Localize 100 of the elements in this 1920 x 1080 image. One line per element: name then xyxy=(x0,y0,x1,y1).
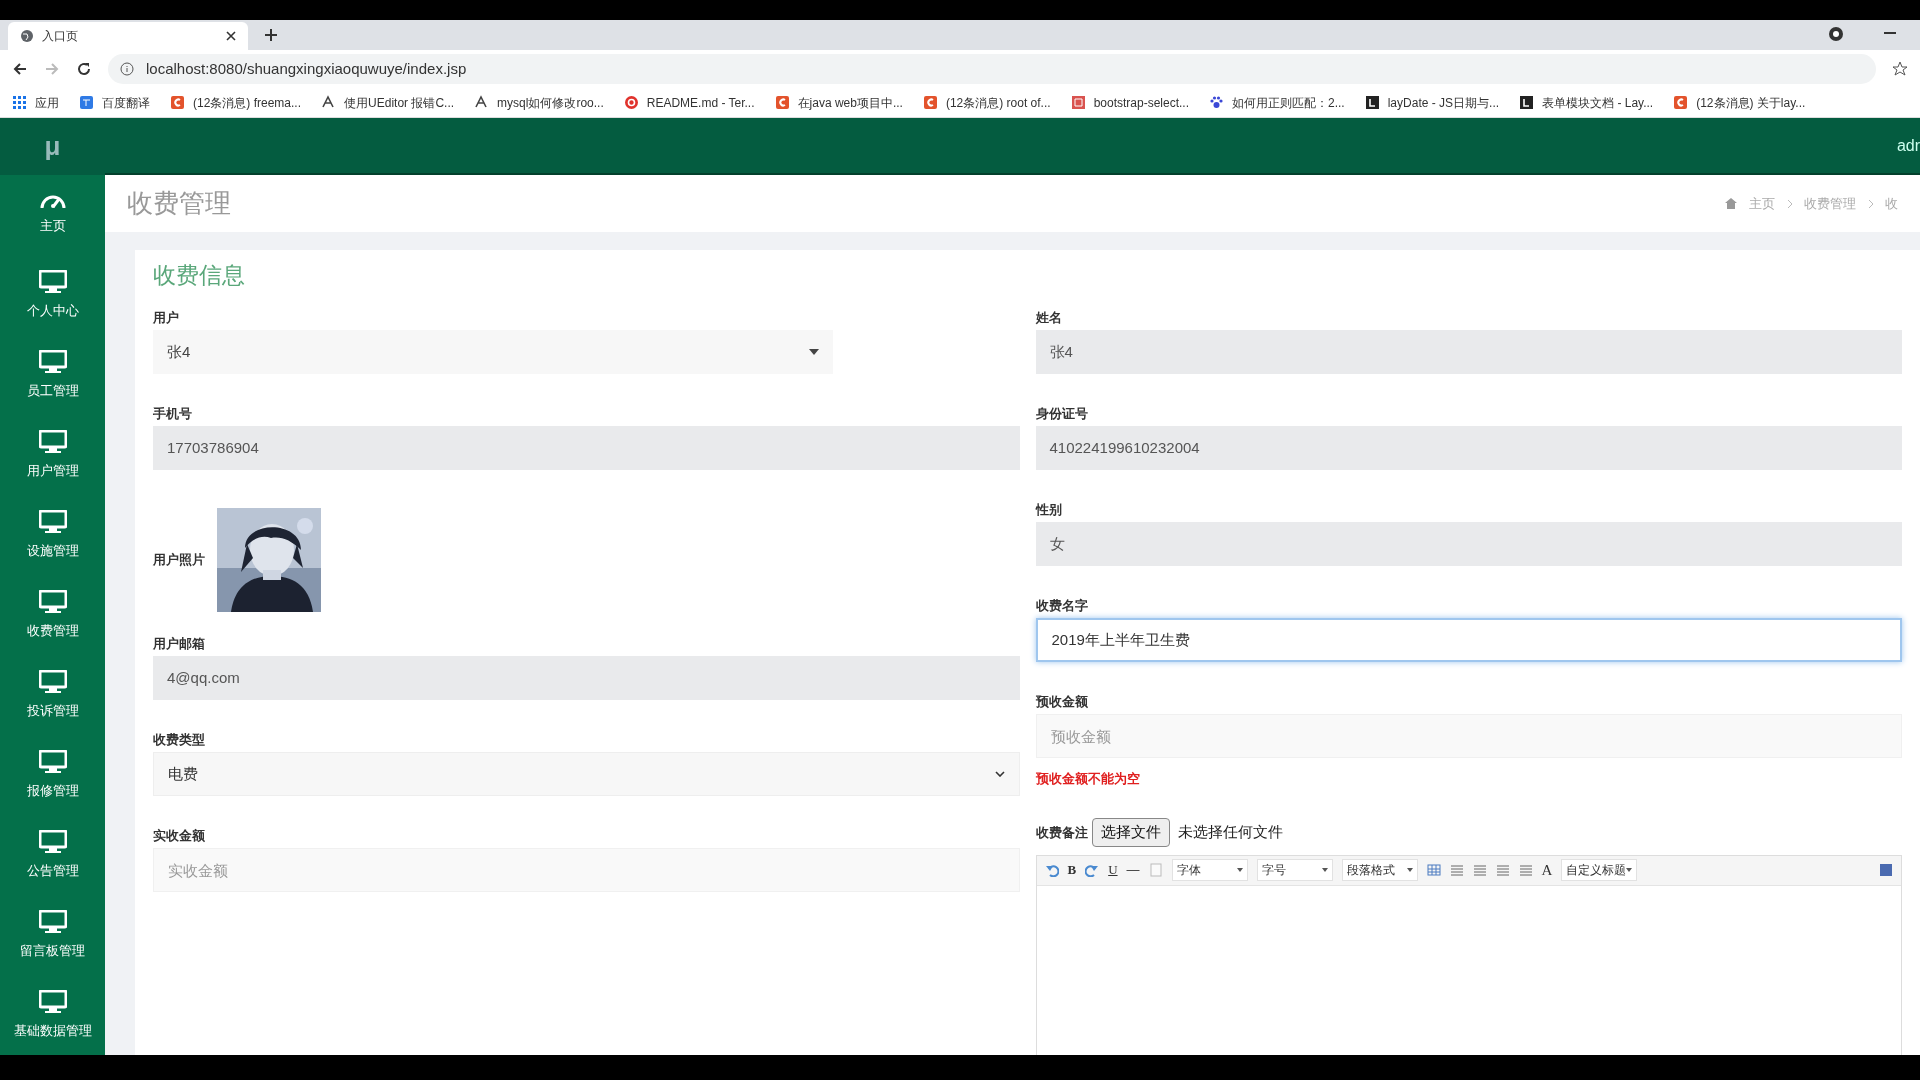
sidebar-item[interactable]: 收费管理 xyxy=(0,575,105,655)
select-field[interactable]: 张4 xyxy=(153,330,833,374)
sidebar-item[interactable]: 投诉管理 xyxy=(0,655,105,735)
sidebar-item[interactable]: 用户管理 xyxy=(0,415,105,495)
sidebar-item[interactable]: 主页 xyxy=(0,175,105,255)
undo-icon[interactable] xyxy=(1044,863,1059,877)
field-label: 手机号 xyxy=(153,405,193,423)
fullscreen-icon[interactable] xyxy=(1879,863,1893,877)
input-field: 女 xyxy=(1035,522,1902,566)
bookmark[interactable]: (12条消息) root of... xyxy=(922,93,1051,112)
underline-button[interactable]: U xyxy=(1108,860,1118,880)
bookmark[interactable]: 表单模块文档 - Lay... xyxy=(1519,93,1654,112)
address-bar[interactable]: localhost:8080/shuangxingxiaoquwuye/index.jsp xyxy=(108,54,1876,84)
monitor-icon xyxy=(38,669,67,693)
toolbar-dropdown[interactable]: 自定义标题 xyxy=(1561,859,1638,881)
c-letter-icon xyxy=(170,95,185,110)
toolbar-dropdown[interactable]: 字号 xyxy=(1256,859,1333,881)
field-label: 性别 xyxy=(1035,501,1063,519)
bookmark[interactable]: 如何用正则匹配：2... xyxy=(1209,93,1345,112)
input-field: 张4 xyxy=(1035,330,1902,374)
bookmark[interactable]: 百度翻译 xyxy=(79,93,150,112)
sidebar-item[interactable]: 留言板管理 xyxy=(0,895,105,975)
chevron-down-icon xyxy=(994,771,1005,777)
choose-file-button[interactable]: 选择文件 xyxy=(1091,818,1170,847)
g-circle-icon xyxy=(623,95,639,110)
font-color-button[interactable]: A xyxy=(1541,858,1553,882)
caret-icon xyxy=(1321,868,1328,872)
field-label: 身份证号 xyxy=(1035,405,1089,423)
bookmark[interactable]: mysql如何修改roo... xyxy=(474,93,604,112)
field-label: 实收金额 xyxy=(153,827,206,845)
bookmark[interactable]: (12条消息) 关于lay... xyxy=(1673,93,1806,112)
back-icon[interactable] xyxy=(12,61,28,77)
tab-title: 入口页 xyxy=(42,28,79,45)
l-letter-icon xyxy=(1364,95,1380,110)
field-label: 收费类型 xyxy=(153,731,206,749)
close-icon[interactable] xyxy=(226,31,236,41)
caret-icon xyxy=(1406,868,1413,872)
star-icon[interactable] xyxy=(1892,61,1908,77)
bookmark[interactable]: (12条消息) freema... xyxy=(170,93,302,112)
monitor-icon xyxy=(38,589,67,613)
dashboard-icon xyxy=(39,194,66,209)
input-field[interactable]: 2019年上半年卫生费 xyxy=(1035,618,1902,662)
home-icon xyxy=(1725,198,1737,209)
url-text: localhost:8080/shuangxingxiaoquwuye/index.jsp xyxy=(146,58,467,79)
c-letter-icon xyxy=(774,95,790,110)
bold-button[interactable]: B xyxy=(1067,860,1077,880)
input-field: 17703786904 xyxy=(153,426,1020,470)
bookmark[interactable]: layDate - JS日期与... xyxy=(1364,93,1500,112)
field-label: 预收金额 xyxy=(1035,693,1089,711)
toolbar-dropdown[interactable]: 字体 xyxy=(1171,859,1248,881)
chevron-icon xyxy=(1787,199,1792,208)
horizontal-rule-button[interactable]: — xyxy=(1126,860,1140,880)
sidebar-item[interactable]: 公告管理 xyxy=(0,815,105,895)
browser-tab[interactable]: 入口页 xyxy=(8,22,248,50)
bookmark[interactable]: 应用 xyxy=(12,93,59,112)
sidebar-item[interactable]: 个人中心 xyxy=(0,255,105,335)
redo-icon[interactable] xyxy=(1085,863,1100,877)
extension-icon[interactable] xyxy=(1828,26,1844,42)
bookmark[interactable]: 使用UEditor 报错C... xyxy=(321,93,455,112)
field-label: 收费名字 xyxy=(1035,597,1089,615)
sidebar-item[interactable]: 设施管理 xyxy=(0,495,105,575)
c-letter-icon xyxy=(922,95,938,110)
monitor-icon xyxy=(38,749,67,773)
error-message: 预收金额不能为空 xyxy=(1035,771,1140,786)
field-label: 姓名 xyxy=(1035,309,1063,327)
bookmark[interactable]: 在java web项目中... xyxy=(774,93,903,112)
forward-icon[interactable] xyxy=(44,61,60,77)
bookmark[interactable]: bootstrap-select... xyxy=(1070,93,1189,112)
new-tab-icon[interactable] xyxy=(264,28,278,42)
input-field[interactable]: 预收金额 xyxy=(1035,714,1902,758)
grid-square-icon xyxy=(1070,95,1086,110)
align-icon[interactable] xyxy=(1472,863,1487,877)
monitor-icon xyxy=(38,509,67,533)
reload-icon[interactable] xyxy=(76,61,92,77)
toolbar-dropdown[interactable]: 段落格式 xyxy=(1341,859,1418,881)
caret-icon xyxy=(1236,868,1243,872)
caret-icon xyxy=(809,349,819,355)
sidebar-item[interactable]: 员工管理 xyxy=(0,335,105,415)
align-icon[interactable] xyxy=(1495,863,1510,877)
input-field: 4@qq.com xyxy=(153,656,1020,700)
input-field[interactable]: 实收金额 xyxy=(153,848,1020,892)
page-title: 收费管理 xyxy=(127,187,232,220)
align-icon[interactable] xyxy=(1518,863,1533,877)
translate-icon xyxy=(79,95,94,110)
input-field: 410224199610232004 xyxy=(1035,426,1902,470)
field-label: 用户照片 xyxy=(153,551,205,570)
sidebar-item[interactable]: 基础数据管理 xyxy=(0,975,105,1055)
user-name[interactable]: adr xyxy=(1896,133,1920,158)
form-title: 收费信息 xyxy=(153,261,246,290)
table-icon[interactable] xyxy=(1426,863,1441,877)
file-status: 未选择任何文件 xyxy=(1177,822,1283,842)
monitor-icon xyxy=(38,909,67,933)
info-icon xyxy=(120,62,134,76)
align-icon[interactable] xyxy=(1449,863,1464,877)
select-field[interactable]: 电费 xyxy=(153,752,1020,796)
l-letter-icon xyxy=(1519,95,1535,110)
sidebar-item[interactable]: 报修管理 xyxy=(0,735,105,815)
monitor-icon xyxy=(38,829,67,853)
bookmark[interactable]: README.md - Ter... xyxy=(623,93,755,112)
field-label: 用户 xyxy=(153,309,180,327)
